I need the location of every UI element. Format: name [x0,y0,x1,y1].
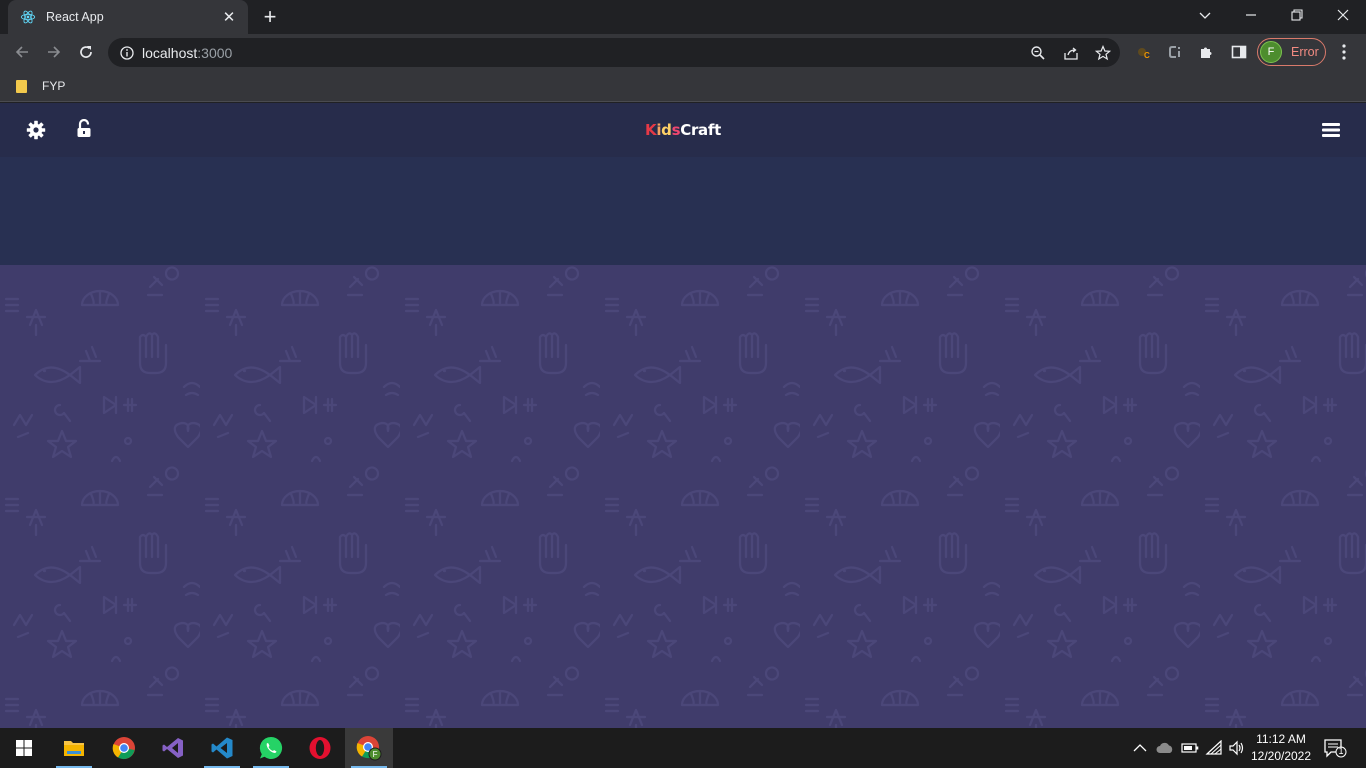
show-hidden-icons-button[interactable] [1132,738,1148,758]
svg-text:F: F [373,750,378,759]
folder-icon [16,80,27,93]
url-text: localhost:3000 [142,45,232,61]
content-area [0,265,1366,728]
cloud-icon [1156,742,1173,753]
opera-icon [309,737,331,759]
profile-button[interactable]: F Error [1257,38,1326,66]
whatsapp-icon [259,736,283,759]
close-tab-icon[interactable]: ✕ [220,8,238,26]
brand-logo[interactable]: KidsCraft [0,121,1366,139]
react-icon [20,10,36,24]
forward-arrow-icon [48,46,61,58]
taskbar-vscode[interactable] [198,728,246,768]
battery-tray[interactable] [1180,738,1200,758]
brand-letter-s: s [671,121,681,139]
app-header: KidsCraft [0,103,1366,157]
back-button[interactable] [8,38,36,66]
notification-count: 1 [1338,746,1344,756]
reload-icon [80,46,92,58]
bug-extension-icon: C [1138,48,1150,60]
browser-toolbar: localhost:3000 C F Error [0,34,1366,70]
hero-band [0,157,1366,265]
hamburger-menu-button[interactable] [1320,119,1342,141]
bookmarks-bar: FYP [0,70,1366,102]
windows-taskbar: F 11:12 AM 12/20/2022 1 [0,728,1366,768]
taskbar-chrome[interactable] [100,728,148,768]
url-host: localhost [142,44,198,61]
kebab-menu-icon[interactable] [1336,43,1352,61]
hamburger-icon [1322,123,1340,137]
clock-time: 11:12 AM [1256,732,1306,746]
cs-extension-icon [1169,46,1180,58]
side-panel-icon [1231,45,1247,59]
notification-center-button[interactable]: 1 [1322,738,1348,758]
taskbar-chrome-profile[interactable]: F [345,728,393,768]
chrome-profile-icon: F [356,736,382,761]
clock-date: 12/20/2022 [1250,749,1312,763]
taskbar-opera[interactable] [296,728,344,768]
new-tab-button[interactable]: + [259,6,281,28]
tab-search-button[interactable] [1182,0,1228,30]
side-panel-button[interactable] [1230,43,1248,61]
web-page: KidsCraft [0,103,1366,728]
puzzle-icon [1201,47,1212,58]
url-port: :3000 [197,44,233,61]
restore-button[interactable] [1274,0,1320,30]
taskbar-whatsapp[interactable] [247,728,295,768]
minimize-button[interactable] [1228,0,1274,30]
system-clock[interactable]: 11:12 AM 12/20/2022 [1244,731,1318,765]
profile-status: Error [1291,45,1319,59]
tab-title: React App [46,10,104,24]
battery-icon [1181,743,1199,753]
wifi-icon [1205,740,1222,755]
share-icon[interactable] [1063,45,1079,61]
close-window-button[interactable] [1320,0,1366,30]
extensions-button[interactable] [1198,43,1216,61]
network-tray[interactable] [1204,738,1224,758]
extension-icon-cs[interactable] [1166,43,1184,61]
browser-tab[interactable]: React App ✕ [8,0,248,34]
forward-button[interactable] [40,38,68,66]
chevron-up-icon [1133,744,1147,752]
svg-text:C: C [1144,51,1150,60]
brand-letter-d: d [661,121,672,139]
bookmark-fyp[interactable]: FYP [12,76,65,96]
brand-letter-k: K [645,121,657,139]
extension-icon-c[interactable]: C [1134,43,1152,61]
minimize-icon [1246,14,1256,16]
taskbar-visual-studio[interactable] [149,728,197,768]
address-bar[interactable]: localhost:3000 [108,38,1120,67]
onedrive-tray[interactable] [1155,738,1175,758]
restore-icon [1291,9,1303,21]
tab-strip: React App ✕ + [0,0,1366,34]
brand-word-craft: Craft [680,121,721,139]
bookmark-star-icon[interactable] [1095,45,1111,61]
avatar: F [1260,41,1282,63]
back-arrow-icon [15,46,28,58]
reload-button[interactable] [72,38,100,66]
start-button[interactable] [0,728,48,768]
taskbar-file-explorer[interactable] [50,728,98,768]
chrome-icon [112,737,135,760]
site-info-icon[interactable] [120,45,134,60]
bookmark-label: FYP [42,79,66,93]
chevron-down-icon [1199,12,1211,19]
zoom-icon[interactable] [1030,45,1046,61]
visual-studio-icon [162,738,183,758]
close-icon [1337,9,1349,21]
file-explorer-icon [64,741,84,756]
vscode-icon [211,737,233,759]
doodle-pattern-background [0,265,1366,728]
windows-start-icon [16,740,32,756]
